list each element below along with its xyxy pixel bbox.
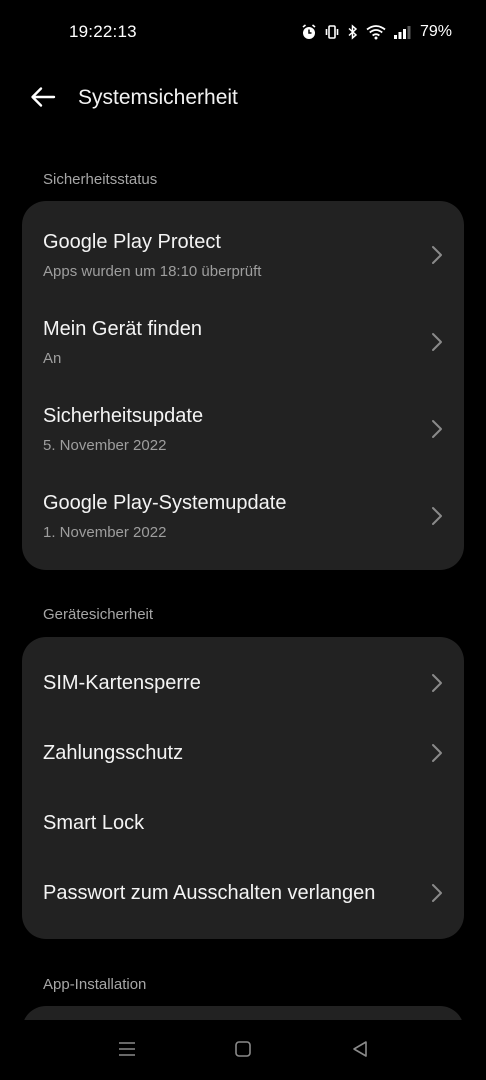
list-item-sim-lock[interactable]: SIM-Kartensperre [22, 648, 464, 718]
chevron-right-icon [430, 332, 444, 352]
battery-level: 79% [419, 23, 452, 40]
menu-icon [117, 1040, 137, 1063]
list-item-smart-lock[interactable]: Smart Lock [22, 788, 464, 858]
section-title-geraetesicherheit: Gerätesicherheit [43, 606, 154, 623]
list-item-title: Google Play-Systemupdate [43, 492, 287, 514]
arrow-left-icon [30, 86, 56, 113]
signal-icon [393, 24, 411, 40]
navigation-bar [0, 1020, 486, 1080]
status-bar: 19:22:13 79% [0, 0, 486, 64]
chevron-right-icon [430, 673, 444, 693]
alarm-icon [301, 24, 317, 40]
chevron-right-icon [430, 245, 444, 265]
screen: 19:22:13 79% Systemsicherheit Sicherheit… [0, 0, 486, 1080]
list-item-payment-protection[interactable]: Zahlungsschutz [22, 718, 464, 788]
page-title: Systemsicherheit [78, 86, 238, 109]
chevron-right-icon [430, 883, 444, 903]
section-title-sicherheitsstatus: Sicherheitsstatus [43, 171, 158, 188]
chevron-right-icon [430, 743, 444, 763]
app-header: Systemsicherheit [0, 74, 486, 124]
list-item-subtitle: Apps wurden um 18:10 überprüft [43, 263, 262, 280]
status-time: 19:22:13 [69, 22, 137, 41]
list-item-find-my-device[interactable]: Mein Gerät finden An [22, 298, 464, 386]
list-item-title: SIM-Kartensperre [43, 672, 201, 694]
list-item-password-power-off[interactable]: Passwort zum Ausschalten verlangen [22, 858, 464, 928]
recents-button[interactable] [107, 1036, 147, 1066]
list-item-title: Google Play Protect [43, 231, 221, 253]
list-item-title: Passwort zum Ausschalten verlangen [43, 882, 376, 904]
card-device-security: SIM-Kartensperre Zahlungsschutz Smart Lo… [22, 637, 464, 939]
home-icon [234, 1040, 252, 1063]
list-item-title: Mein Gerät finden [43, 318, 202, 340]
system-back-button[interactable] [340, 1036, 380, 1066]
status-icons: 79% [301, 22, 452, 42]
wifi-icon [366, 24, 386, 40]
list-item-title: Smart Lock [43, 812, 145, 834]
bluetooth-icon [347, 24, 359, 40]
list-item-subtitle: An [43, 350, 62, 367]
list-item-title: Zahlungsschutz [43, 742, 184, 764]
chevron-right-icon [430, 419, 444, 439]
section-title-app-installation: App-Installation [43, 976, 147, 993]
list-item-security-update[interactable]: Sicherheitsupdate 5. November 2022 [22, 385, 464, 473]
list-item-play-system-update[interactable]: Google Play-Systemupdate 1. November 202… [22, 472, 464, 560]
list-item-google-play-protect[interactable]: Google Play Protect Apps wurden um 18:10… [22, 211, 464, 299]
chevron-right-icon [430, 506, 444, 526]
list-item-subtitle: 5. November 2022 [43, 437, 167, 454]
vibrate-icon [324, 24, 340, 40]
back-triangle-icon [351, 1040, 369, 1063]
home-button[interactable] [223, 1036, 263, 1066]
card-security-status: Google Play Protect Apps wurden um 18:10… [22, 201, 464, 570]
back-button[interactable] [24, 82, 62, 116]
list-item-title: Sicherheitsupdate [43, 405, 204, 427]
list-item-subtitle: 1. November 2022 [43, 524, 167, 541]
